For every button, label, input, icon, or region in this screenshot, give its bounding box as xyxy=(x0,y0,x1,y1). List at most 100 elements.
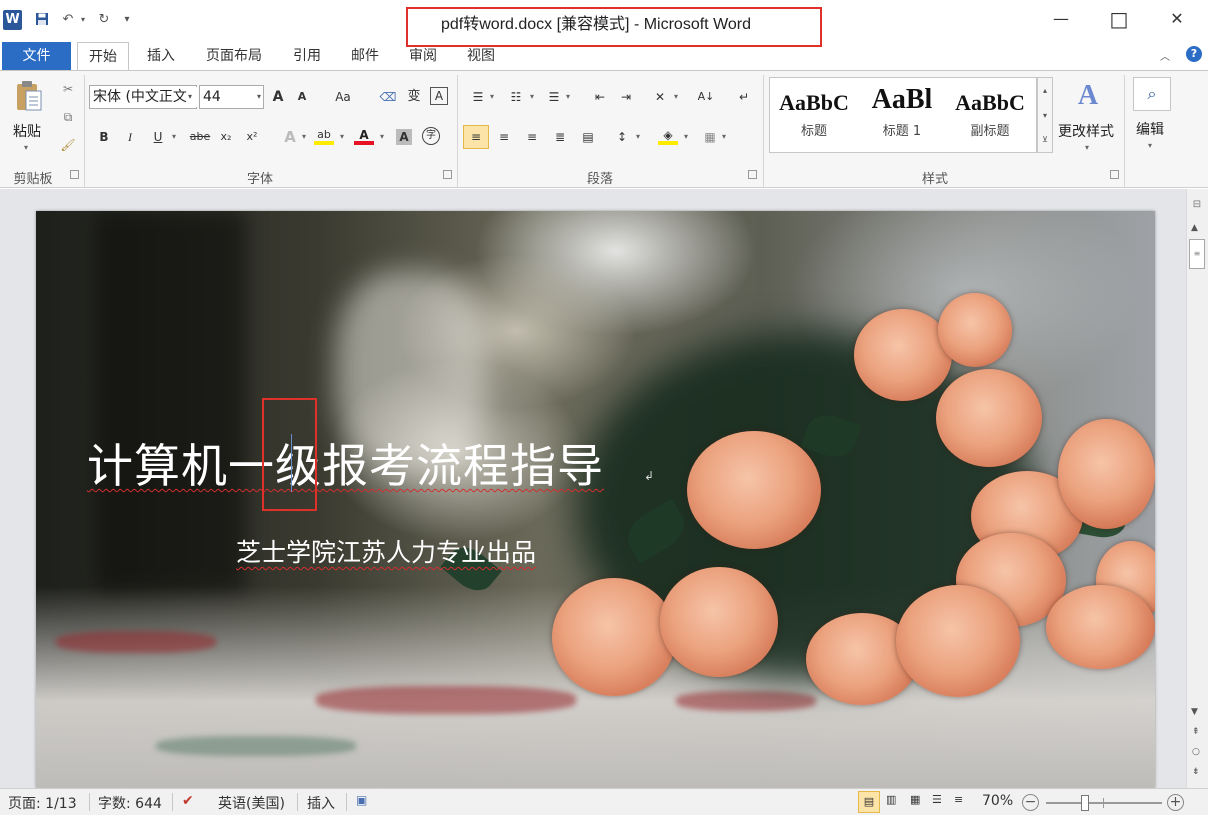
customize-qat-icon[interactable]: ▾ xyxy=(122,12,132,28)
numbering-icon[interactable]: ☷ xyxy=(506,87,526,107)
distributed-button[interactable]: ▤ xyxy=(578,127,598,147)
gallery-more-icon[interactable]: ⊻ xyxy=(1038,128,1052,152)
close-button[interactable]: ✕ xyxy=(1148,0,1206,38)
shading-icon[interactable]: ◈ xyxy=(658,125,678,145)
borders-dropdown-icon[interactable]: ▾ xyxy=(722,127,726,147)
tab-insert[interactable]: 插入 xyxy=(142,42,180,70)
font-launcher-icon[interactable] xyxy=(443,170,452,179)
page-count[interactable]: 页面: 1/13 xyxy=(8,793,77,813)
char-border-icon[interactable]: A xyxy=(430,87,448,105)
proofing-icon[interactable]: ✔ xyxy=(182,793,194,809)
font-size-input[interactable]: 44 ▾ xyxy=(199,85,264,109)
bullets-dropdown-icon[interactable]: ▾ xyxy=(490,87,494,107)
zoom-out-button[interactable]: − xyxy=(1022,794,1039,811)
reading-layout-icon[interactable]: ▥ xyxy=(886,793,896,806)
change-styles-icon[interactable]: A xyxy=(1070,79,1106,113)
enclosed-char-icon[interactable]: 字 xyxy=(422,127,440,145)
underline-button[interactable]: U xyxy=(148,127,168,147)
sort-icon[interactable]: A↓ xyxy=(696,87,716,107)
style-title[interactable]: AaBbC 标题 xyxy=(770,78,858,152)
highlight-dropdown-icon[interactable]: ▾ xyxy=(340,127,344,147)
show-marks-icon[interactable]: ↵ xyxy=(734,87,754,107)
find-binoculars-icon[interactable]: ⌕ xyxy=(1133,77,1171,111)
clipboard-launcher-icon[interactable] xyxy=(70,170,79,179)
paste-icon[interactable] xyxy=(14,79,44,113)
tab-review[interactable]: 审阅 xyxy=(404,42,442,70)
borders-icon[interactable]: ▦ xyxy=(700,127,720,147)
document-page[interactable]: 计算机一级报考流程指导 ↲ 芝士学院江苏人力专业出品 xyxy=(36,211,1155,788)
chinese-layout-icon[interactable]: ✕ xyxy=(650,87,670,107)
char-shading-icon[interactable]: A xyxy=(396,129,412,145)
zoom-in-button[interactable]: + xyxy=(1167,794,1184,811)
outline-icon[interactable]: ☰ xyxy=(932,793,942,806)
zoom-level[interactable]: 70% xyxy=(982,793,1013,809)
font-size-dropdown-icon[interactable]: ▾ xyxy=(257,86,261,108)
change-styles-button[interactable]: 更改样式 xyxy=(1058,121,1114,141)
zoom-slider-thumb[interactable] xyxy=(1080,795,1089,811)
tab-mailings[interactable]: 邮件 xyxy=(346,42,384,70)
tab-page-layout[interactable]: 页面布局 xyxy=(200,42,268,70)
chinese-layout-dropdown-icon[interactable]: ▾ xyxy=(674,87,678,107)
line-spacing-dropdown-icon[interactable]: ▾ xyxy=(636,127,640,147)
multilevel-dropdown-icon[interactable]: ▾ xyxy=(566,87,570,107)
text-effects-dropdown-icon[interactable]: ▾ xyxy=(302,127,306,147)
bullets-icon[interactable]: ☰ xyxy=(468,87,488,107)
minimize-button[interactable]: — xyxy=(1032,0,1090,38)
shrink-font-icon[interactable]: A xyxy=(292,87,312,107)
decrease-indent-icon[interactable]: ⇤ xyxy=(590,87,610,107)
document-title[interactable]: 计算机一级报考流程指导 xyxy=(87,430,604,496)
style-heading1[interactable]: AaBl 标题 1 xyxy=(858,78,946,152)
align-left-button[interactable]: ≡ xyxy=(463,125,489,149)
superscript-button[interactable]: x² xyxy=(242,127,262,147)
shading-dropdown-icon[interactable]: ▾ xyxy=(684,127,688,147)
phonetic-guide-icon[interactable]: 变 xyxy=(404,87,424,107)
prev-page-icon[interactable]: ⇞ xyxy=(1192,727,1200,737)
zoom-slider[interactable] xyxy=(1046,795,1162,811)
font-name-input[interactable]: 宋体 (中文正文) xyxy=(89,85,197,109)
change-styles-dropdown-icon[interactable]: ▾ xyxy=(1085,143,1089,152)
vertical-scrollbar[interactable]: ⊟ ▲ ≡ ▼ ⇞ ○ ⇟ xyxy=(1186,189,1208,788)
justify-button[interactable]: ≣ xyxy=(550,127,570,147)
copy-icon[interactable]: ⧉ xyxy=(58,107,78,127)
increase-indent-icon[interactable]: ⇥ xyxy=(616,87,636,107)
change-case-icon[interactable]: Aa xyxy=(330,87,356,107)
line-spacing-icon[interactable]: ↕ xyxy=(612,127,632,147)
document-subtitle[interactable]: 芝士学院江苏人力专业出品 xyxy=(236,533,536,569)
help-icon[interactable]: ? xyxy=(1186,46,1202,62)
scroll-down-icon[interactable]: ▼ xyxy=(1191,707,1198,717)
undo-dropdown-icon[interactable]: ▾ xyxy=(78,12,88,28)
strikethrough-button[interactable]: abe xyxy=(188,127,212,147)
highlight-color-icon[interactable]: ab xyxy=(314,125,334,145)
bold-button[interactable]: B xyxy=(94,127,114,147)
draft-icon[interactable]: ≡ xyxy=(954,793,963,806)
word-app-icon[interactable]: W xyxy=(3,10,22,30)
style-subtitle[interactable]: AaBbC 副标题 xyxy=(946,78,1034,152)
tab-references[interactable]: 引用 xyxy=(288,42,326,70)
browse-object-icon[interactable]: ○ xyxy=(1192,747,1200,757)
paste-button[interactable]: 粘贴 xyxy=(13,121,41,141)
font-color-dropdown-icon[interactable]: ▾ xyxy=(380,127,384,147)
word-count[interactable]: 字数: 644 xyxy=(98,793,162,813)
paste-dropdown-icon[interactable]: ▾ xyxy=(24,143,28,152)
format-painter-icon[interactable]: 🖌 xyxy=(58,135,78,155)
ruler-toggle-icon[interactable]: ⊟ xyxy=(1190,199,1204,213)
undo-icon[interactable]: ↶ xyxy=(60,12,76,28)
maximize-button[interactable]: □ xyxy=(1090,0,1148,38)
multilevel-list-icon[interactable]: ☰ xyxy=(544,87,564,107)
paragraph-launcher-icon[interactable] xyxy=(748,170,757,179)
editing-dropdown-icon[interactable]: ▾ xyxy=(1148,141,1152,150)
language[interactable]: 英语(美国) xyxy=(218,793,285,813)
macro-record-icon[interactable]: ▣ xyxy=(356,793,367,807)
tab-view[interactable]: 视图 xyxy=(462,42,500,70)
align-center-button[interactable]: ≡ xyxy=(494,127,514,147)
collapse-ribbon-icon[interactable]: ︿ xyxy=(1160,48,1170,63)
scroll-up-icon[interactable]: ▲ xyxy=(1191,223,1198,233)
web-layout-icon[interactable]: ▦ xyxy=(910,793,920,806)
save-icon[interactable] xyxy=(34,12,50,28)
align-right-button[interactable]: ≡ xyxy=(522,127,542,147)
tab-home[interactable]: 开始 xyxy=(77,42,129,70)
clear-format-icon[interactable]: ⌫ xyxy=(378,87,398,107)
cut-icon[interactable]: ✂ xyxy=(58,79,78,99)
editing-button[interactable]: 编辑 xyxy=(1136,119,1164,139)
styles-launcher-icon[interactable] xyxy=(1110,170,1119,179)
